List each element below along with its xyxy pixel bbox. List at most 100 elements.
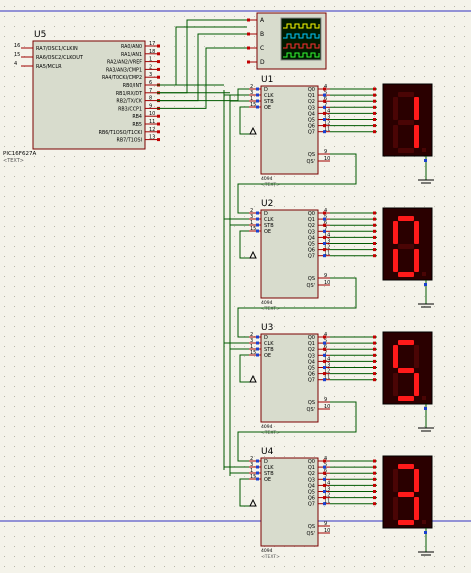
grid-dot (174, 96, 175, 97)
grid-dot (464, 46, 465, 47)
grid-dot (194, 396, 195, 397)
grid-dot (374, 276, 375, 277)
mcu-pin-number: 1 (149, 57, 152, 63)
grid-dot (14, 366, 15, 367)
grid-dot (14, 386, 15, 387)
grid-dot (184, 376, 185, 377)
grid-dot (374, 416, 375, 417)
grid-dot (74, 226, 75, 227)
grid-dot (464, 106, 465, 107)
grid-dot (164, 406, 165, 407)
grid-dot (424, 6, 425, 7)
grid-dot (64, 266, 65, 267)
grid-dot (4, 26, 5, 27)
grid-dot (174, 486, 175, 487)
grid-dot (134, 396, 135, 397)
grid-dot (454, 366, 455, 367)
grid-dot (234, 436, 235, 437)
grid-dot (354, 376, 355, 377)
grid-dot (254, 486, 255, 487)
schematic-canvas[interactable]: U5PIC16F627A<TEXT>16 RA7/OSC1/CLKIN15 RA6/… (0, 0, 471, 573)
grid-dot (154, 416, 155, 417)
grid-dot (184, 276, 185, 277)
grid-dot (464, 486, 465, 487)
grid-dot (44, 306, 45, 307)
grid-dot (204, 546, 205, 547)
grid-dot (14, 406, 15, 407)
grid-dot (64, 366, 65, 367)
grid-dot (14, 166, 15, 167)
pin-state-indicator (256, 105, 259, 109)
grid-dot (334, 356, 335, 357)
grid-dot (234, 316, 235, 317)
grid-dot (94, 316, 95, 317)
grid-dot (414, 56, 415, 57)
grid-dot (194, 326, 195, 327)
grid-dot (44, 16, 45, 17)
grid-dot (144, 356, 145, 357)
grid-dot (434, 216, 435, 217)
grid-dot (414, 46, 415, 47)
grid-dot (254, 536, 255, 537)
grid-dot (184, 436, 185, 437)
grid-dot (384, 46, 385, 47)
grid-dot (174, 536, 175, 537)
grid-dot (404, 56, 405, 57)
register-pin-label: Q1 (308, 217, 315, 223)
grid-dot (374, 6, 375, 7)
grid-dot (154, 566, 155, 567)
grid-dot (154, 56, 155, 57)
grid-dot (364, 226, 365, 227)
grid-dot (14, 426, 15, 427)
grid-dot (64, 276, 65, 277)
grid-dot (4, 526, 5, 527)
grid-dot (414, 16, 415, 17)
grid-dot (154, 306, 155, 307)
grid-dot (134, 426, 135, 427)
grid-dot (424, 436, 425, 437)
grid-dot (334, 226, 335, 227)
grid-dot (214, 196, 215, 197)
grid-dot (44, 416, 45, 417)
grid-dot (214, 216, 215, 217)
grid-dot (24, 566, 25, 567)
grid-dot (194, 96, 195, 97)
grid-dot (274, 176, 275, 177)
grid-dot (454, 336, 455, 337)
grid-dot (444, 466, 445, 467)
register-pin-label: Q7 (308, 502, 315, 508)
grid-dot (444, 526, 445, 527)
grid-dot (454, 446, 455, 447)
grid-dot (174, 86, 175, 87)
oe-to-scope-wire (157, 47, 247, 109)
grid-dot (164, 96, 165, 97)
grid-dot (124, 366, 125, 367)
grid-dot (444, 236, 445, 237)
grid-dot (374, 526, 375, 527)
grid-dot (74, 246, 75, 247)
grid-dot (194, 256, 195, 257)
grid-dot (204, 36, 205, 37)
grid-dot (194, 186, 195, 187)
grid-dot (344, 276, 345, 277)
grid-dot (444, 296, 445, 297)
grid-dot (194, 236, 195, 237)
grid-dot (424, 286, 425, 287)
grid-dot (74, 326, 75, 327)
grid-dot (144, 446, 145, 447)
grid-dot (4, 236, 5, 237)
grid-dot (204, 166, 205, 167)
grid-dot (44, 366, 45, 367)
grid-dot (44, 326, 45, 327)
grid-dot (114, 266, 115, 267)
grid-dot (434, 286, 435, 287)
grid-dot (184, 386, 185, 387)
grid-dot (204, 366, 205, 367)
grid-dot (344, 556, 345, 557)
grid-dot (164, 356, 165, 357)
grid-dot (294, 176, 295, 177)
grid-dot (364, 406, 365, 407)
grid-dot (144, 396, 145, 397)
grid-dot (234, 106, 235, 107)
grid-dot (174, 66, 175, 67)
